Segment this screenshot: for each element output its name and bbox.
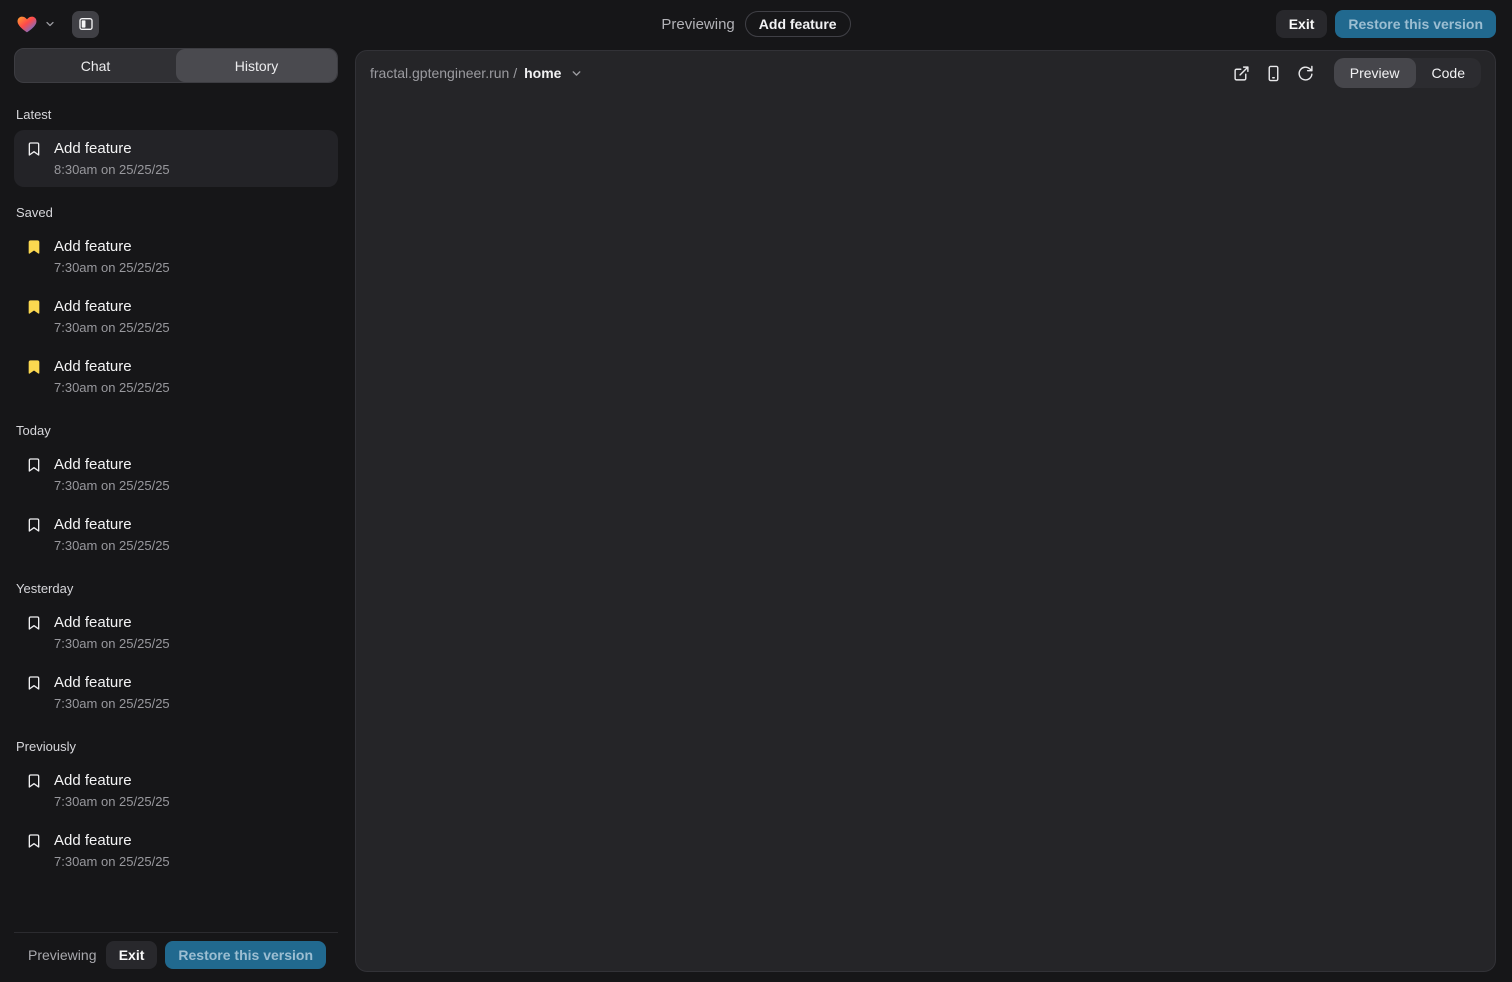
history-item-timestamp: 7:30am on 25/25/25 bbox=[54, 320, 326, 335]
open-in-new-tab-button[interactable] bbox=[1228, 59, 1256, 87]
section-title-yesterday: Yesterday bbox=[16, 581, 336, 596]
tab-history[interactable]: History bbox=[176, 49, 337, 82]
panel-left-icon bbox=[78, 16, 94, 32]
history-item[interactable]: Add feature 7:30am on 25/25/25 bbox=[14, 348, 338, 405]
tab-preview[interactable]: Preview bbox=[1334, 58, 1416, 88]
history-item-timestamp: 7:30am on 25/25/25 bbox=[54, 794, 326, 809]
history-item-title: Add feature bbox=[54, 832, 132, 849]
url-domain: fractal.gptengineer.run / bbox=[370, 65, 517, 81]
bookmark-filled-icon[interactable] bbox=[26, 359, 42, 375]
section-title-saved: Saved bbox=[16, 205, 336, 220]
history-item[interactable]: Add feature 7:30am on 25/25/25 bbox=[14, 604, 338, 661]
history-item-title: Add feature bbox=[54, 772, 132, 789]
bookmark-filled-icon[interactable] bbox=[26, 299, 42, 315]
history-item-timestamp: 7:30am on 25/25/25 bbox=[54, 854, 326, 869]
bookmark-icon[interactable] bbox=[26, 675, 42, 691]
history-item[interactable]: Add feature 7:30am on 25/25/25 bbox=[14, 822, 338, 879]
header-right: Exit Restore this version bbox=[1156, 10, 1496, 38]
header-left bbox=[16, 11, 356, 38]
history-item-title: Add feature bbox=[54, 298, 132, 315]
history-item-title: Add feature bbox=[54, 456, 132, 473]
history-item-title: Add feature bbox=[54, 614, 132, 631]
section-title-today: Today bbox=[16, 423, 336, 438]
section-title-latest: Latest bbox=[16, 107, 336, 122]
header-center: Previewing Add feature bbox=[356, 11, 1156, 37]
history-item[interactable]: Add feature 7:30am on 25/25/25 bbox=[14, 506, 338, 563]
bookmark-icon[interactable] bbox=[26, 615, 42, 631]
history-item[interactable]: Add feature 7:30am on 25/25/25 bbox=[14, 762, 338, 819]
exit-button[interactable]: Exit bbox=[1276, 10, 1328, 38]
url-page: home bbox=[524, 65, 561, 81]
sidebar-toggle-button[interactable] bbox=[72, 11, 99, 38]
history-item-timestamp: 7:30am on 25/25/25 bbox=[54, 380, 326, 395]
previewing-label: Previewing bbox=[28, 947, 98, 963]
bookmark-icon[interactable] bbox=[26, 517, 42, 533]
chat-history-tabs: Chat History bbox=[14, 48, 338, 83]
bookmark-icon[interactable] bbox=[26, 457, 42, 473]
app-header: Previewing Add feature Exit Restore this… bbox=[0, 0, 1512, 48]
sidebar-footer: Previewing Exit Restore this version bbox=[14, 932, 338, 982]
exit-button[interactable]: Exit bbox=[106, 941, 158, 969]
history-sidebar: Chat History Latest Add feature 8:30am o… bbox=[14, 48, 338, 982]
restore-version-button[interactable]: Restore this version bbox=[165, 941, 326, 969]
version-name-badge[interactable]: Add feature bbox=[745, 11, 851, 37]
history-item-timestamp: 7:30am on 25/25/25 bbox=[54, 478, 326, 493]
refresh-button[interactable] bbox=[1292, 59, 1320, 87]
tab-chat[interactable]: Chat bbox=[15, 49, 176, 82]
history-item-title: Add feature bbox=[54, 674, 132, 691]
section-title-previously: Previously bbox=[16, 739, 336, 754]
preview-topbar: fractal.gptengineer.run / home bbox=[356, 51, 1495, 95]
chevron-down-icon[interactable] bbox=[570, 67, 583, 80]
history-item-timestamp: 7:30am on 25/25/25 bbox=[54, 636, 326, 651]
url-breadcrumb[interactable]: fractal.gptengineer.run / home bbox=[370, 65, 583, 81]
history-item[interactable]: Add feature 8:30am on 25/25/25 bbox=[14, 130, 338, 187]
preview-panel: fractal.gptengineer.run / home bbox=[355, 50, 1496, 972]
history-item[interactable]: Add feature 7:30am on 25/25/25 bbox=[14, 228, 338, 285]
chevron-down-icon[interactable] bbox=[44, 18, 56, 30]
history-item[interactable]: Add feature 7:30am on 25/25/25 bbox=[14, 664, 338, 721]
history-item-title: Add feature bbox=[54, 140, 132, 157]
preview-topbar-actions: Preview Code bbox=[1228, 58, 1481, 88]
previewing-label: Previewing bbox=[661, 16, 734, 33]
version-history-list: Latest Add feature 8:30am on 25/25/25 Sa… bbox=[14, 83, 338, 932]
restore-version-button[interactable]: Restore this version bbox=[1335, 10, 1496, 38]
smartphone-icon bbox=[1265, 65, 1282, 82]
bookmark-icon[interactable] bbox=[26, 141, 42, 157]
mobile-view-button[interactable] bbox=[1260, 59, 1288, 87]
history-item-title: Add feature bbox=[54, 358, 132, 375]
history-item-title: Add feature bbox=[54, 516, 132, 533]
history-item-timestamp: 7:30am on 25/25/25 bbox=[54, 538, 326, 553]
refresh-icon bbox=[1297, 65, 1314, 82]
bookmark-icon[interactable] bbox=[26, 773, 42, 789]
tab-code[interactable]: Code bbox=[1416, 58, 1481, 88]
history-item-timestamp: 8:30am on 25/25/25 bbox=[54, 162, 326, 177]
lovable-heart-logo-icon[interactable] bbox=[16, 13, 38, 35]
history-item[interactable]: Add feature 7:30am on 25/25/25 bbox=[14, 288, 338, 345]
history-item-title: Add feature bbox=[54, 238, 132, 255]
history-item-timestamp: 7:30am on 25/25/25 bbox=[54, 260, 326, 275]
history-item-timestamp: 7:30am on 25/25/25 bbox=[54, 696, 326, 711]
preview-code-toggle: Preview Code bbox=[1334, 58, 1481, 88]
bookmark-icon[interactable] bbox=[26, 833, 42, 849]
bookmark-filled-icon[interactable] bbox=[26, 239, 42, 255]
preview-content[interactable] bbox=[356, 95, 1495, 971]
history-item[interactable]: Add feature 7:30am on 25/25/25 bbox=[14, 446, 338, 503]
external-link-icon bbox=[1233, 65, 1250, 82]
